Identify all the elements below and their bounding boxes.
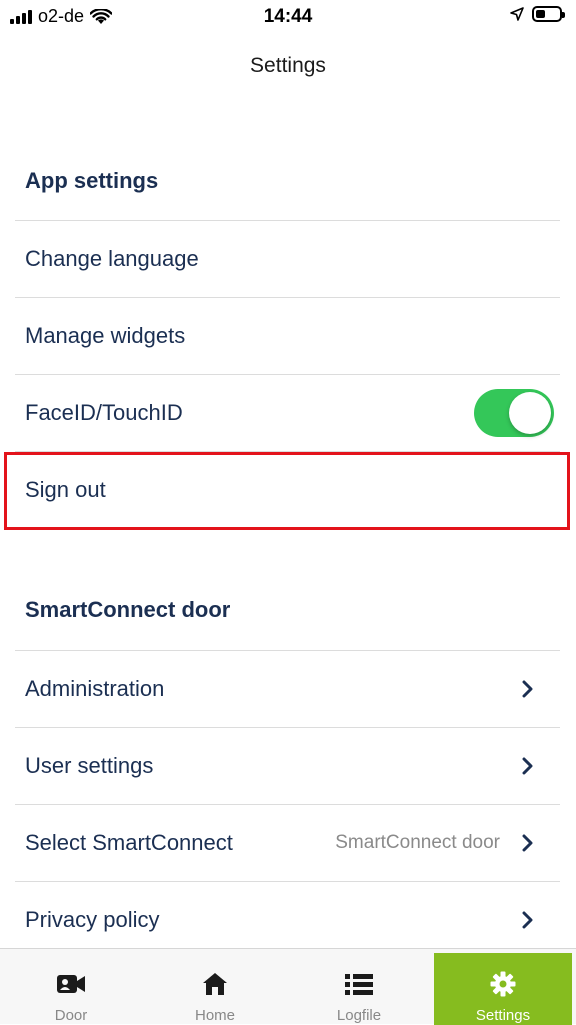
status-bar-right xyxy=(510,6,565,22)
list-icon xyxy=(344,967,374,1001)
tab-settings-label: Settings xyxy=(475,1007,531,1024)
change-language-row[interactable]: Change language xyxy=(15,220,560,297)
battery-icon xyxy=(532,6,565,22)
location-arrow-icon xyxy=(510,7,524,21)
tab-settings[interactable]: Settings xyxy=(434,953,572,1025)
privacy-policy-label: Privacy policy xyxy=(25,907,160,932)
section-title-smartconnect: SmartConnect door xyxy=(25,597,231,622)
home-icon xyxy=(202,967,228,1001)
administration-row[interactable]: Administration xyxy=(15,650,560,727)
tab-door-label: Door xyxy=(54,1007,88,1024)
select-smartconnect-label: Select SmartConnect xyxy=(25,830,233,855)
privacy-policy-row[interactable]: Privacy policy xyxy=(15,881,560,958)
chevron-right-icon xyxy=(518,756,538,776)
tab-home[interactable]: Home xyxy=(146,953,284,1025)
chevron-right-icon xyxy=(518,679,538,699)
status-bar: o2-de 14:44 xyxy=(0,0,576,34)
change-language-label: Change language xyxy=(25,246,199,271)
tab-home-label: Home xyxy=(194,1007,235,1024)
gear-icon xyxy=(490,967,516,1001)
page-title: Settings xyxy=(250,54,326,77)
administration-label: Administration xyxy=(25,676,165,701)
faceid-toggle[interactable] xyxy=(474,389,554,437)
user-settings-label: User settings xyxy=(25,753,154,778)
tab-bar: Door Home Logfile Settings xyxy=(0,948,576,1025)
select-smartconnect-value: SmartConnect door xyxy=(335,832,500,853)
chevron-right-icon xyxy=(518,833,538,853)
section-title-app-settings: App settings xyxy=(25,168,159,193)
tab-logfile-label: Logfile xyxy=(336,1007,382,1024)
toggle-knob xyxy=(509,392,551,434)
video-camera-icon xyxy=(56,967,86,1001)
faceid-row: FaceID/TouchID xyxy=(15,374,560,451)
manage-widgets-row[interactable]: Manage widgets xyxy=(15,297,560,374)
chevron-right-icon xyxy=(518,910,538,930)
select-smartconnect-row[interactable]: Select SmartConnect SmartConnect door xyxy=(15,804,560,881)
user-settings-row[interactable]: User settings xyxy=(15,727,560,804)
sign-out-highlight-box xyxy=(4,452,570,530)
tab-door[interactable]: Door xyxy=(2,953,140,1025)
manage-widgets-label: Manage widgets xyxy=(25,323,186,348)
faceid-label: FaceID/TouchID xyxy=(25,400,183,425)
tab-logfile[interactable]: Logfile xyxy=(290,953,428,1025)
status-time: 14:44 xyxy=(263,6,313,27)
